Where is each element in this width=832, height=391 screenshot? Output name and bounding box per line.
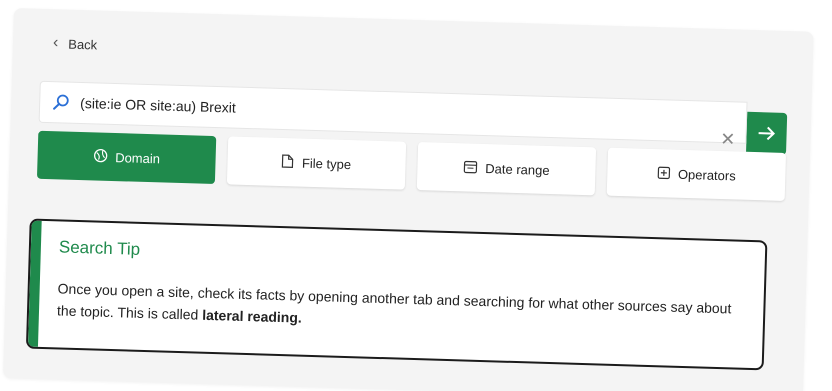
search-submit-button[interactable] (745, 111, 788, 155)
back-label: Back (68, 36, 98, 52)
close-icon[interactable]: ✕ (720, 129, 736, 149)
tip-accent-bar (27, 220, 42, 347)
date-range-filter-label: Date range (485, 160, 550, 178)
screen: ‹ Back ✕ (0, 0, 832, 391)
tip-body-text: Once you open a site, check its facts by… (56, 280, 732, 323)
file-type-filter-label: File type (301, 155, 352, 172)
plus-square-icon (657, 166, 670, 181)
file-icon (282, 154, 294, 170)
date-range-filter-button[interactable]: Date range (416, 142, 597, 196)
arrow-right-icon (758, 126, 776, 141)
tip-body-emphasis: lateral reading. (202, 306, 303, 326)
operators-filter-label: Operators (677, 166, 736, 183)
chevron-left-icon: ‹ (52, 34, 59, 52)
tip-title: Search Tip (58, 237, 141, 259)
search-tip-card: Search Tip Once you open a site, check i… (25, 218, 768, 371)
globe-icon (93, 148, 107, 164)
domain-filter-button[interactable]: Domain (36, 130, 217, 185)
file-type-filter-button[interactable]: File type (226, 136, 407, 190)
operators-filter-button[interactable]: Operators (606, 147, 787, 201)
tip-body: Once you open a site, check its facts by… (57, 277, 748, 341)
domain-filter-label: Domain (114, 149, 161, 166)
calendar-icon (463, 159, 478, 175)
search-input[interactable] (77, 93, 735, 132)
search-panel: ‹ Back ✕ (3, 8, 814, 391)
search-icon (52, 93, 71, 112)
back-button[interactable]: ‹ Back (52, 34, 98, 52)
